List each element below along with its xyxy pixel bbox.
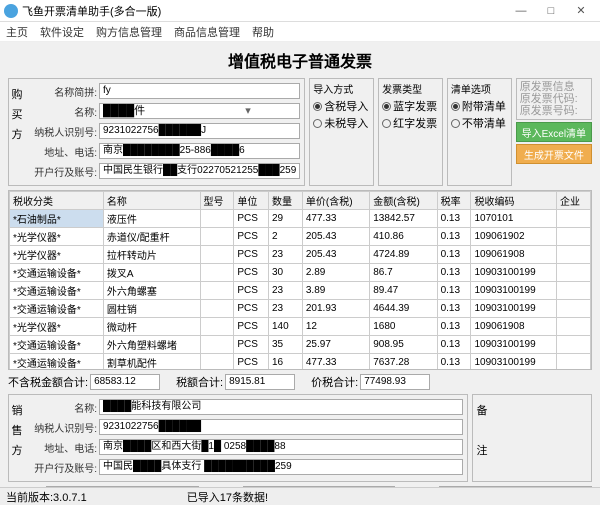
col-header[interactable]: 税收编码 (471, 192, 557, 210)
menubar: 主页 软件设定 购方信息管理 商品信息管理 帮助 (0, 22, 600, 42)
input-seller-name[interactable]: ████能科技有限公司 (99, 399, 463, 415)
items-table-wrap[interactable]: 税收分类名称型号单位数量单价(含税)金额(含税)税率税收编码企业 *石油制品*液… (8, 190, 592, 370)
import-mode-box: 导入方式 含税导入 未税导入 (309, 78, 374, 186)
maximize-button[interactable]: □ (536, 5, 566, 17)
close-button[interactable]: ✕ (566, 4, 596, 17)
label-bank: 开户行及账号: (29, 164, 99, 179)
app-icon (4, 4, 18, 18)
import-excel-button[interactable]: 导入Excel清单 (516, 122, 592, 142)
generate-invoice-button[interactable]: 生成开票文件 (516, 144, 592, 164)
buyer-box: 购 买 方 名称简拼:fy 名称:████件▾ 纳税人识别号:923102275… (8, 78, 305, 186)
chevron-down-icon: ▾ (200, 104, 297, 118)
value-tax[interactable]: 8915.81 (225, 374, 295, 390)
seller-box: 销 售 方 名称:████能科技有限公司 纳税人识别号:9231022756██… (8, 394, 468, 482)
label-addr: 地址、电话: (29, 144, 99, 159)
original-invoice-box: 原发票信息原发票代码:原发票号码: (516, 78, 592, 120)
menu-product[interactable]: 商品信息管理 (174, 24, 240, 40)
invoice-type-box: 发票类型 蓝字发票 红字发票 (378, 78, 443, 186)
label-taxid: 纳税人识别号: (29, 124, 99, 139)
minimize-button[interactable]: — (506, 5, 536, 17)
value-subtotal[interactable]: 68583.12 (90, 374, 160, 390)
status-message: 已导入17条数据! (187, 489, 268, 505)
col-header[interactable]: 税率 (437, 192, 471, 210)
radio-with-list[interactable]: 附带清单 (451, 98, 508, 114)
table-row[interactable]: *交通运输设备*拨叉APCS302.8986.70.1310903100199 (10, 264, 591, 282)
table-row[interactable]: *光学仪器*赤道仪/配重杆PCS2205.43410.860.131090619… (10, 228, 591, 246)
col-header[interactable]: 型号 (200, 192, 234, 210)
page-title: 增值税电子普通发票 (8, 48, 592, 72)
menu-main[interactable]: 主页 (6, 24, 28, 40)
menu-settings[interactable]: 软件设定 (40, 24, 84, 40)
radio-no-list[interactable]: 不带清单 (451, 115, 508, 131)
input-seller-bank[interactable]: 中国民████具体支行 ██████████259 (99, 459, 463, 475)
note-box[interactable]: 备 注 (472, 394, 592, 482)
col-header[interactable]: 名称 (103, 192, 200, 210)
list-option-box: 清单选项 附带清单 不带清单 (447, 78, 512, 186)
col-header[interactable]: 数量 (268, 192, 302, 210)
col-header[interactable]: 税收分类 (10, 192, 104, 210)
col-header[interactable]: 单位 (234, 192, 269, 210)
titlebar: 飞鱼开票清单助手(多合一版) — □ ✕ (0, 0, 600, 22)
label-subtotal: 不含税金额合计: (8, 374, 88, 390)
input-pinyin[interactable]: fy (99, 83, 300, 99)
input-taxid[interactable]: 9231022756██████J (99, 123, 300, 139)
radio-tax-excluded[interactable]: 未税导入 (313, 115, 370, 131)
buyer-side-label: 购 买 方 (11, 85, 23, 145)
totals-row: 不含税金额合计:68583.12 税额合计:8915.81 价税合计:77498… (8, 374, 592, 390)
radio-red-invoice[interactable]: 红字发票 (382, 115, 439, 131)
invoice-type-header: 发票类型 (382, 81, 439, 96)
status-version: 当前版本:3.0.7.1 (6, 489, 87, 505)
table-row[interactable]: *光学仪器*拉杆转动片PCS23205.434724.890.131090619… (10, 246, 591, 264)
label-total: 价税合计: (311, 374, 358, 390)
input-addr[interactable]: 南京████████25-886████6 (99, 143, 300, 159)
label-seller-name: 名称: (29, 400, 99, 415)
statusbar: 当前版本:3.0.7.1 已导入17条数据! (0, 487, 600, 505)
table-row[interactable]: *石油制品*液压件PCS29477.3313842.570.131070101 (10, 210, 591, 228)
input-seller-taxid[interactable]: 9231022756██████ (99, 419, 463, 435)
label-seller-addr: 地址、电话: (29, 440, 99, 455)
col-header[interactable]: 企业 (557, 192, 591, 210)
input-bank[interactable]: 中国民生银行██支行02270521255███259 (99, 163, 300, 179)
label-seller-taxid: 纳税人识别号: (29, 420, 99, 435)
combo-name[interactable]: ████件▾ (99, 103, 300, 119)
menu-buyer[interactable]: 购方信息管理 (96, 24, 162, 40)
col-header[interactable]: 金额(含税) (370, 192, 437, 210)
radio-blue-invoice[interactable]: 蓝字发票 (382, 98, 439, 114)
input-seller-addr[interactable]: 南京████区和西大街█1█ 0258████88 (99, 439, 463, 455)
seller-side-label: 销 售 方 (11, 401, 23, 461)
radio-tax-included[interactable]: 含税导入 (313, 98, 370, 114)
menu-help[interactable]: 帮助 (252, 24, 274, 40)
note-side-label: 备 注 (476, 401, 488, 461)
items-table: 税收分类名称型号单位数量单价(含税)金额(含税)税率税收编码企业 *石油制品*液… (9, 191, 591, 370)
import-mode-header: 导入方式 (313, 81, 370, 96)
table-row[interactable]: *交通运输设备*割草机配件PCS16477.337637.280.1310903… (10, 354, 591, 371)
list-option-header: 清单选项 (451, 81, 508, 96)
label-seller-bank: 开户行及账号: (29, 460, 99, 475)
table-row[interactable]: *光学仪器*微动杆PCS1401216800.13109061908 (10, 318, 591, 336)
label-pinyin: 名称简拼: (29, 84, 99, 99)
label-name: 名称: (29, 104, 99, 119)
table-row[interactable]: *交通运输设备*外六角塑料螺堵PCS3525.97908.950.1310903… (10, 336, 591, 354)
col-header[interactable]: 单价(含税) (302, 192, 369, 210)
value-total[interactable]: 77498.93 (360, 374, 430, 390)
table-row[interactable]: *交通运输设备*外六角螺塞PCS233.8989.470.13109031001… (10, 282, 591, 300)
label-tax: 税额合计: (176, 374, 223, 390)
window-title: 飞鱼开票清单助手(多合一版) (22, 3, 506, 19)
table-row[interactable]: *交通运输设备*圆柱销PCS23201.934644.390.131090310… (10, 300, 591, 318)
